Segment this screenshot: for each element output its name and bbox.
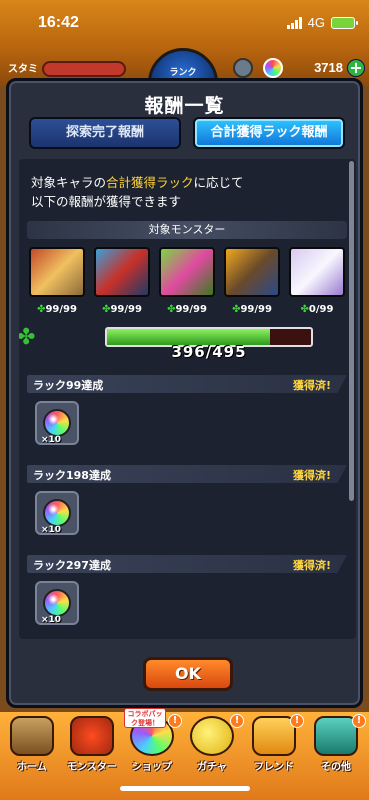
- description-text: に応じて: [193, 175, 244, 190]
- stamina-label: スタミ: [8, 64, 38, 75]
- add-orb-button[interactable]: +: [347, 59, 365, 77]
- reward-header: ラック297達成 獲得済!: [27, 555, 347, 573]
- luck-value: 99/99: [240, 304, 272, 315]
- reward-list-modal: 報酬一覧 探索完了報酬 合計獲得ラック報酬 対象キャラの合計獲得ラックに応じて …: [6, 78, 363, 708]
- home-indicator: [120, 786, 250, 791]
- reward-quantity: ×10: [41, 525, 62, 535]
- luck-value: 99/99: [110, 304, 142, 315]
- monster-portrait: [94, 247, 150, 297]
- status-bar: 16:42 4G: [0, 0, 369, 48]
- friend-alert-badge: !: [290, 714, 304, 728]
- monster-card[interactable]: ✤0/99: [289, 247, 345, 315]
- reward-name: ラック198達成: [33, 469, 111, 482]
- battery-icon: [331, 16, 358, 29]
- reward-item-orb[interactable]: ×10: [35, 401, 79, 445]
- reward-name: ラック99達成: [33, 379, 104, 392]
- stamina-gauge: [42, 61, 126, 77]
- tab-total-luck-reward[interactable]: 合計獲得ラック報酬: [193, 117, 345, 149]
- monster-portrait: [159, 247, 215, 297]
- orb-icon: [43, 409, 71, 437]
- monster-portrait: [224, 247, 280, 297]
- description-highlight: 合計獲得ラック: [106, 175, 194, 190]
- gacha-egg-icon: [190, 716, 234, 756]
- modal-title: 報酬一覧: [144, 95, 225, 117]
- orb-icon: [43, 499, 71, 527]
- rank-label: ランク: [169, 68, 197, 78]
- tab-explore-complete-reward[interactable]: 探索完了報酬: [29, 117, 181, 149]
- luck-value: 0/99: [308, 304, 334, 315]
- gacha-alert-badge: !: [230, 714, 244, 728]
- clover-icon: ✤: [300, 304, 309, 315]
- reward-name: ラック297達成: [33, 559, 111, 572]
- gift-icon[interactable]: [233, 58, 253, 78]
- monster-luck: ✤99/99: [159, 304, 215, 315]
- nav-home[interactable]: ホーム: [2, 716, 62, 776]
- monster-luck: ✤99/99: [224, 304, 280, 315]
- reward-header: ラック99達成 獲得済!: [27, 375, 347, 393]
- monster-card[interactable]: ✤99/99: [29, 247, 85, 315]
- reward-content-panel[interactable]: 対象キャラの合計獲得ラックに応じて 以下の報酬が獲得できます 対象モンスター ✤…: [19, 159, 356, 639]
- reward-header: ラック198達成 獲得済!: [27, 465, 347, 483]
- orb-count: 3718: [314, 60, 343, 75]
- reward-status: 獲得済!: [292, 559, 331, 572]
- ok-button[interactable]: OK: [143, 657, 233, 691]
- reward-status: 獲得済!: [292, 379, 331, 392]
- nav-label: その他: [321, 762, 351, 773]
- home-icon: [10, 716, 54, 756]
- status-indicators: 4G: [286, 15, 358, 30]
- monster-card[interactable]: ✤99/99: [94, 247, 150, 315]
- clover-icon: ✤: [19, 325, 36, 350]
- monster-icon: [70, 716, 114, 756]
- reward-status: 獲得済!: [292, 469, 331, 482]
- monster-portrait: [289, 247, 345, 297]
- description: 対象キャラの合計獲得ラックに応じて 以下の報酬が獲得できます: [31, 173, 244, 211]
- luck-progress-text: 396/495: [171, 343, 247, 361]
- orb-icon: [43, 589, 71, 617]
- nav-label: ガチャ: [197, 762, 227, 773]
- collab-pack-tag: コラボパック登場！: [124, 708, 166, 728]
- reward-item-orb[interactable]: ×10: [35, 491, 79, 535]
- target-monsters-header: 対象モンスター: [27, 221, 347, 239]
- reward-quantity: ×10: [41, 435, 62, 445]
- monster-luck: ✤99/99: [29, 304, 85, 315]
- nav-label: フレンド: [254, 762, 294, 773]
- monster-card[interactable]: ✤99/99: [159, 247, 215, 315]
- monster-portrait: [29, 247, 85, 297]
- reward-quantity: ×10: [41, 615, 62, 625]
- status-time: 16:42: [38, 14, 79, 31]
- monster-list: ✤99/99 ✤99/99 ✤99/99 ✤99/99 ✤0/99: [29, 247, 345, 315]
- reward-item-orb[interactable]: ×10: [35, 581, 79, 625]
- monster-luck: ✤99/99: [94, 304, 150, 315]
- description-text: 以下の報酬が獲得できます: [31, 194, 182, 209]
- monster-luck: ✤0/99: [289, 304, 345, 315]
- orb-icon: [263, 58, 283, 78]
- nav-monster[interactable]: モンスター: [62, 716, 122, 776]
- scrollbar[interactable]: [349, 161, 354, 501]
- monster-card[interactable]: ✤99/99: [224, 247, 280, 315]
- luck-value: 99/99: [175, 304, 207, 315]
- signal-icon: [286, 16, 302, 29]
- network-label: 4G: [307, 15, 325, 30]
- description-text: 対象キャラの: [31, 175, 107, 190]
- shop-alert-badge: !: [168, 714, 182, 728]
- nav-label: ホーム: [17, 762, 47, 773]
- other-alert-badge: !: [352, 714, 366, 728]
- nav-label: モンスター: [67, 762, 117, 773]
- nav-label: ショップ: [132, 762, 172, 773]
- luck-value: 99/99: [45, 304, 77, 315]
